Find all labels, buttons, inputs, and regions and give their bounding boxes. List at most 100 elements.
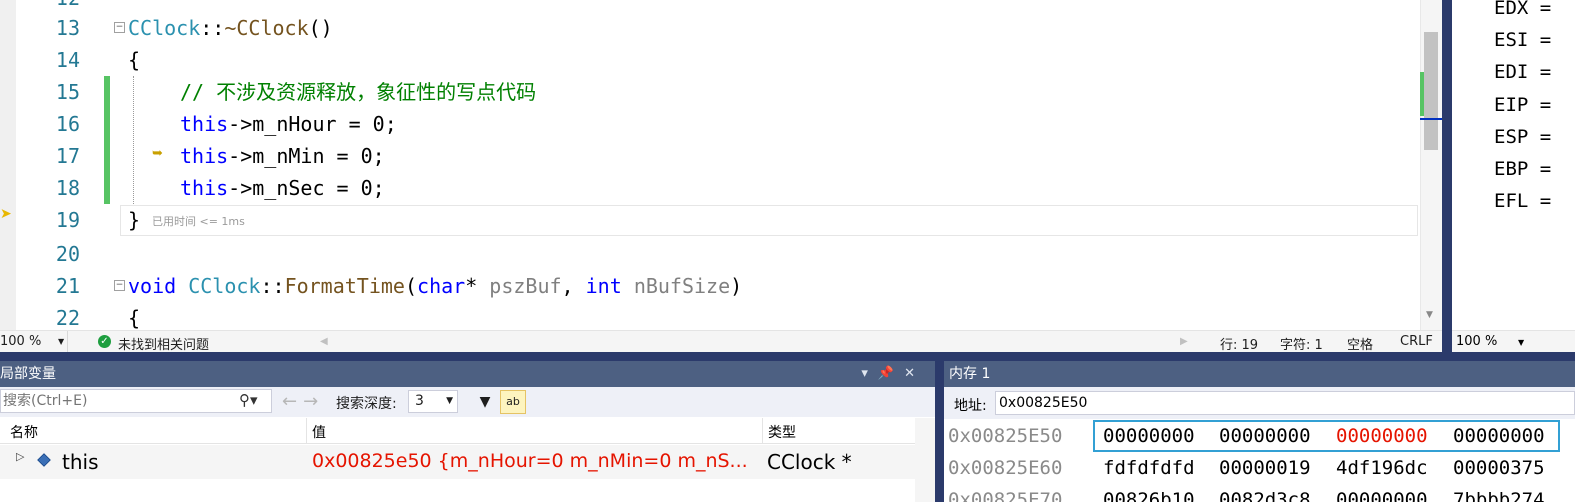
register-edi[interactable]: EDI = bbox=[1494, 62, 1551, 82]
search-field[interactable]: ⚲▾ bbox=[0, 389, 272, 413]
scroll-right-icon[interactable]: ▶ bbox=[1180, 336, 1188, 347]
back-arrow-icon[interactable]: ← bbox=[282, 391, 303, 412]
code-line-15[interactable]: 15 // 不涉及资源释放，象征性的写点代码 bbox=[0, 76, 1420, 108]
code-editor[interactable]: ➤ 12 13 CClock::~CClock() − 14 { 15 // 不… bbox=[0, 0, 1442, 330]
whitespace-indicator[interactable]: 空格 bbox=[1347, 334, 1373, 353]
line-number: 18 bbox=[55, 176, 80, 200]
line-number: 16 bbox=[55, 112, 80, 136]
hex-display-icon[interactable]: ab bbox=[500, 390, 526, 414]
forward-arrow-icon[interactable]: → bbox=[303, 391, 324, 412]
address-input[interactable]: 0x00825E50 bbox=[995, 391, 1575, 415]
collapse-icon[interactable]: − bbox=[114, 280, 125, 291]
memory-word[interactable]: fdfdfdfd bbox=[1103, 452, 1195, 484]
line-indicator[interactable]: 行: 19 bbox=[1220, 334, 1258, 353]
code-line-22[interactable]: 22 { bbox=[0, 302, 1420, 330]
memory-word[interactable]: 7bbbb274 bbox=[1453, 484, 1545, 502]
column-separator[interactable] bbox=[762, 418, 763, 444]
code-line-16[interactable]: 16 this->m_nHour = 0; bbox=[0, 108, 1420, 140]
chevron-down-icon: ▼ bbox=[58, 337, 65, 346]
register-efl[interactable]: EFL = bbox=[1494, 191, 1551, 211]
code-text: CClock::~CClock() bbox=[128, 16, 333, 40]
code-line-18[interactable]: 18 this->m_nSec = 0; bbox=[0, 172, 1420, 204]
search-nav: ←→ bbox=[282, 391, 324, 412]
memory-address: 0x00825E60 bbox=[948, 457, 1063, 479]
locals-window: 局部变量 ▾📌✕ ⚲▾ ←→ 搜索深度: 3 ▼ ▼ ab 名称 值 类型 ▷ … bbox=[0, 361, 935, 502]
variable-value[interactable]: 0x00825e50 {m_nHour=0 m_nMin=0 m_nS... bbox=[312, 450, 748, 472]
search-icon[interactable]: ⚲▾ bbox=[239, 391, 258, 409]
register-eip[interactable]: EIP = bbox=[1494, 95, 1551, 115]
code-line-20[interactable]: 20 bbox=[0, 238, 1420, 270]
pane-divider[interactable] bbox=[0, 352, 1575, 361]
pin-icon[interactable]: 📌 bbox=[878, 366, 904, 381]
code-line-21[interactable]: 21 void CClock::FormatTime(char* pszBuf,… bbox=[0, 270, 1420, 302]
variable-name: this bbox=[62, 450, 99, 474]
eol-indicator[interactable]: CRLF bbox=[1400, 334, 1433, 349]
expand-icon[interactable]: ▷ bbox=[16, 450, 24, 463]
code-line-17[interactable]: 17 this->m_nMin = 0; bbox=[0, 140, 1420, 172]
zoom-dropdown[interactable]: 100 % ▼ bbox=[0, 331, 68, 352]
code-line-14[interactable]: 14 { bbox=[0, 44, 1420, 76]
issues-status[interactable]: 未找到相关问题 bbox=[118, 334, 209, 353]
code-text: { bbox=[128, 306, 141, 330]
memory-word[interactable]: 0082d3c8 bbox=[1219, 484, 1311, 502]
column-separator[interactable] bbox=[306, 418, 307, 444]
memory-row[interactable]: 0x00825E50 00000000 00000000 00000000 00… bbox=[944, 420, 1545, 452]
register-edx[interactable]: EDX = bbox=[1494, 0, 1551, 18]
editor-status-bar: 100 % ▼ ✓ 未找到相关问题 ◀ ▶ 行: 19 字符: 1 空格 CRL… bbox=[0, 330, 1442, 353]
memory-address-bar: 地址: 0x00825E50 bbox=[944, 387, 1575, 419]
run-to-click-icon[interactable]: ➥ bbox=[152, 146, 166, 162]
zoom-value: 100 % bbox=[0, 334, 42, 349]
column-name[interactable]: 名称 bbox=[10, 422, 38, 442]
search-input[interactable] bbox=[1, 390, 231, 412]
memory-address: 0x00825E70 bbox=[948, 489, 1063, 502]
scroll-down-icon[interactable]: ▼ bbox=[1426, 310, 1433, 320]
line-number: 22 bbox=[55, 306, 80, 330]
memory-word[interactable]: 00000375 bbox=[1453, 452, 1545, 484]
depth-value: 3 bbox=[415, 393, 424, 409]
object-icon bbox=[37, 453, 51, 467]
register-esi[interactable]: ESI = bbox=[1494, 30, 1551, 50]
line-number: 13 bbox=[55, 16, 80, 40]
registers-zoom-dropdown[interactable]: 100 % ▼ bbox=[1452, 330, 1575, 352]
line-number: 15 bbox=[55, 80, 80, 104]
register-ebp[interactable]: EBP = bbox=[1494, 159, 1551, 179]
memory-word[interactable]: 00000019 bbox=[1219, 452, 1311, 484]
memory-row[interactable]: 0x00825E70 00826b10 0082d3c8 00000000 7b… bbox=[944, 484, 1545, 502]
column-value[interactable]: 值 bbox=[312, 422, 326, 442]
scrollbar-caret-marker bbox=[1420, 118, 1442, 120]
locals-title-bar[interactable]: 局部变量 ▾📌✕ bbox=[0, 361, 935, 387]
memory-word[interactable]: 00000000 bbox=[1336, 484, 1428, 502]
locals-scrollbar[interactable] bbox=[915, 418, 935, 502]
code-text: } bbox=[128, 208, 141, 232]
line-number: 20 bbox=[55, 242, 80, 266]
chevron-down-icon[interactable]: ▾ bbox=[861, 366, 878, 381]
check-circle-icon: ✓ bbox=[98, 335, 111, 348]
register-esp[interactable]: ESP = bbox=[1494, 127, 1551, 147]
window-border bbox=[1442, 0, 1452, 352]
variable-type: CClock * bbox=[767, 450, 852, 474]
line-number: 17 bbox=[55, 144, 80, 168]
code-comment: // 不涉及资源释放，象征性的写点代码 bbox=[180, 80, 537, 104]
memory-row[interactable]: 0x00825E60 fdfdfdfd 00000019 4df196dc 00… bbox=[944, 452, 1545, 484]
column-type[interactable]: 类型 bbox=[768, 422, 796, 442]
scroll-left-icon[interactable]: ◀ bbox=[320, 336, 328, 347]
scrollbar-thumb[interactable] bbox=[1424, 32, 1438, 150]
memory-word[interactable]: 4df196dc bbox=[1336, 452, 1428, 484]
close-icon[interactable]: ✕ bbox=[904, 366, 925, 381]
collapse-icon[interactable]: − bbox=[114, 22, 125, 33]
pane-divider[interactable] bbox=[935, 361, 944, 502]
code-text: { bbox=[128, 48, 141, 72]
locals-toolbar: ⚲▾ ←→ 搜索深度: 3 ▼ ▼ ab bbox=[0, 387, 935, 417]
char-indicator[interactable]: 字符: 1 bbox=[1280, 334, 1323, 353]
pane-title: 内存 1 bbox=[949, 366, 991, 382]
line-number: 14 bbox=[55, 48, 80, 72]
code-line-13[interactable]: 13 CClock::~CClock() bbox=[0, 12, 1420, 44]
chevron-down-icon: ▼ bbox=[446, 396, 453, 406]
memory-word[interactable]: 00826b10 bbox=[1103, 484, 1195, 502]
depth-dropdown[interactable]: 3 ▼ bbox=[408, 390, 458, 413]
filter-icon[interactable]: ▼ bbox=[474, 391, 496, 413]
memory-address: 0x00825E50 bbox=[948, 425, 1063, 447]
memory-title-bar[interactable]: 内存 1 bbox=[944, 361, 1575, 387]
table-row[interactable]: ▷ this 0x00825e50 {m_nHour=0 m_nMin=0 m_… bbox=[0, 445, 915, 479]
depth-label: 搜索深度: bbox=[336, 396, 397, 412]
